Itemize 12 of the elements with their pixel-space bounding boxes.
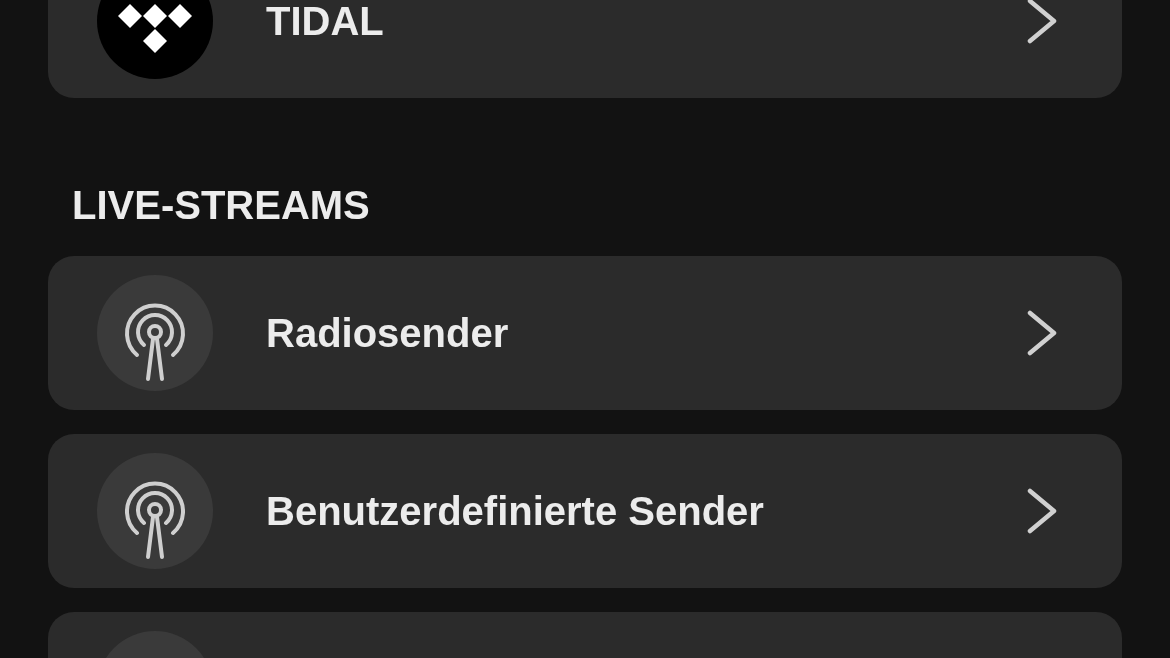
antenna-icon <box>97 275 213 391</box>
list-item[interactable]: TIDAL <box>48 0 1122 98</box>
item-label: Benutzerdefinierte Sender <box>266 488 765 534</box>
section-heading: LIVE-STREAMS <box>72 182 371 228</box>
item-label: TIDAL <box>266 0 385 44</box>
list-item[interactable]: Radiosender <box>48 256 1122 410</box>
chevron-right-icon <box>1026 310 1058 356</box>
chevron-right-icon <box>1026 0 1058 44</box>
antenna-icon <box>97 453 213 569</box>
chevron-right-icon <box>1026 488 1058 534</box>
item-label: Radiosender <box>266 310 510 356</box>
list-item[interactable]: Benutzerdefinierte Sender <box>48 434 1122 588</box>
